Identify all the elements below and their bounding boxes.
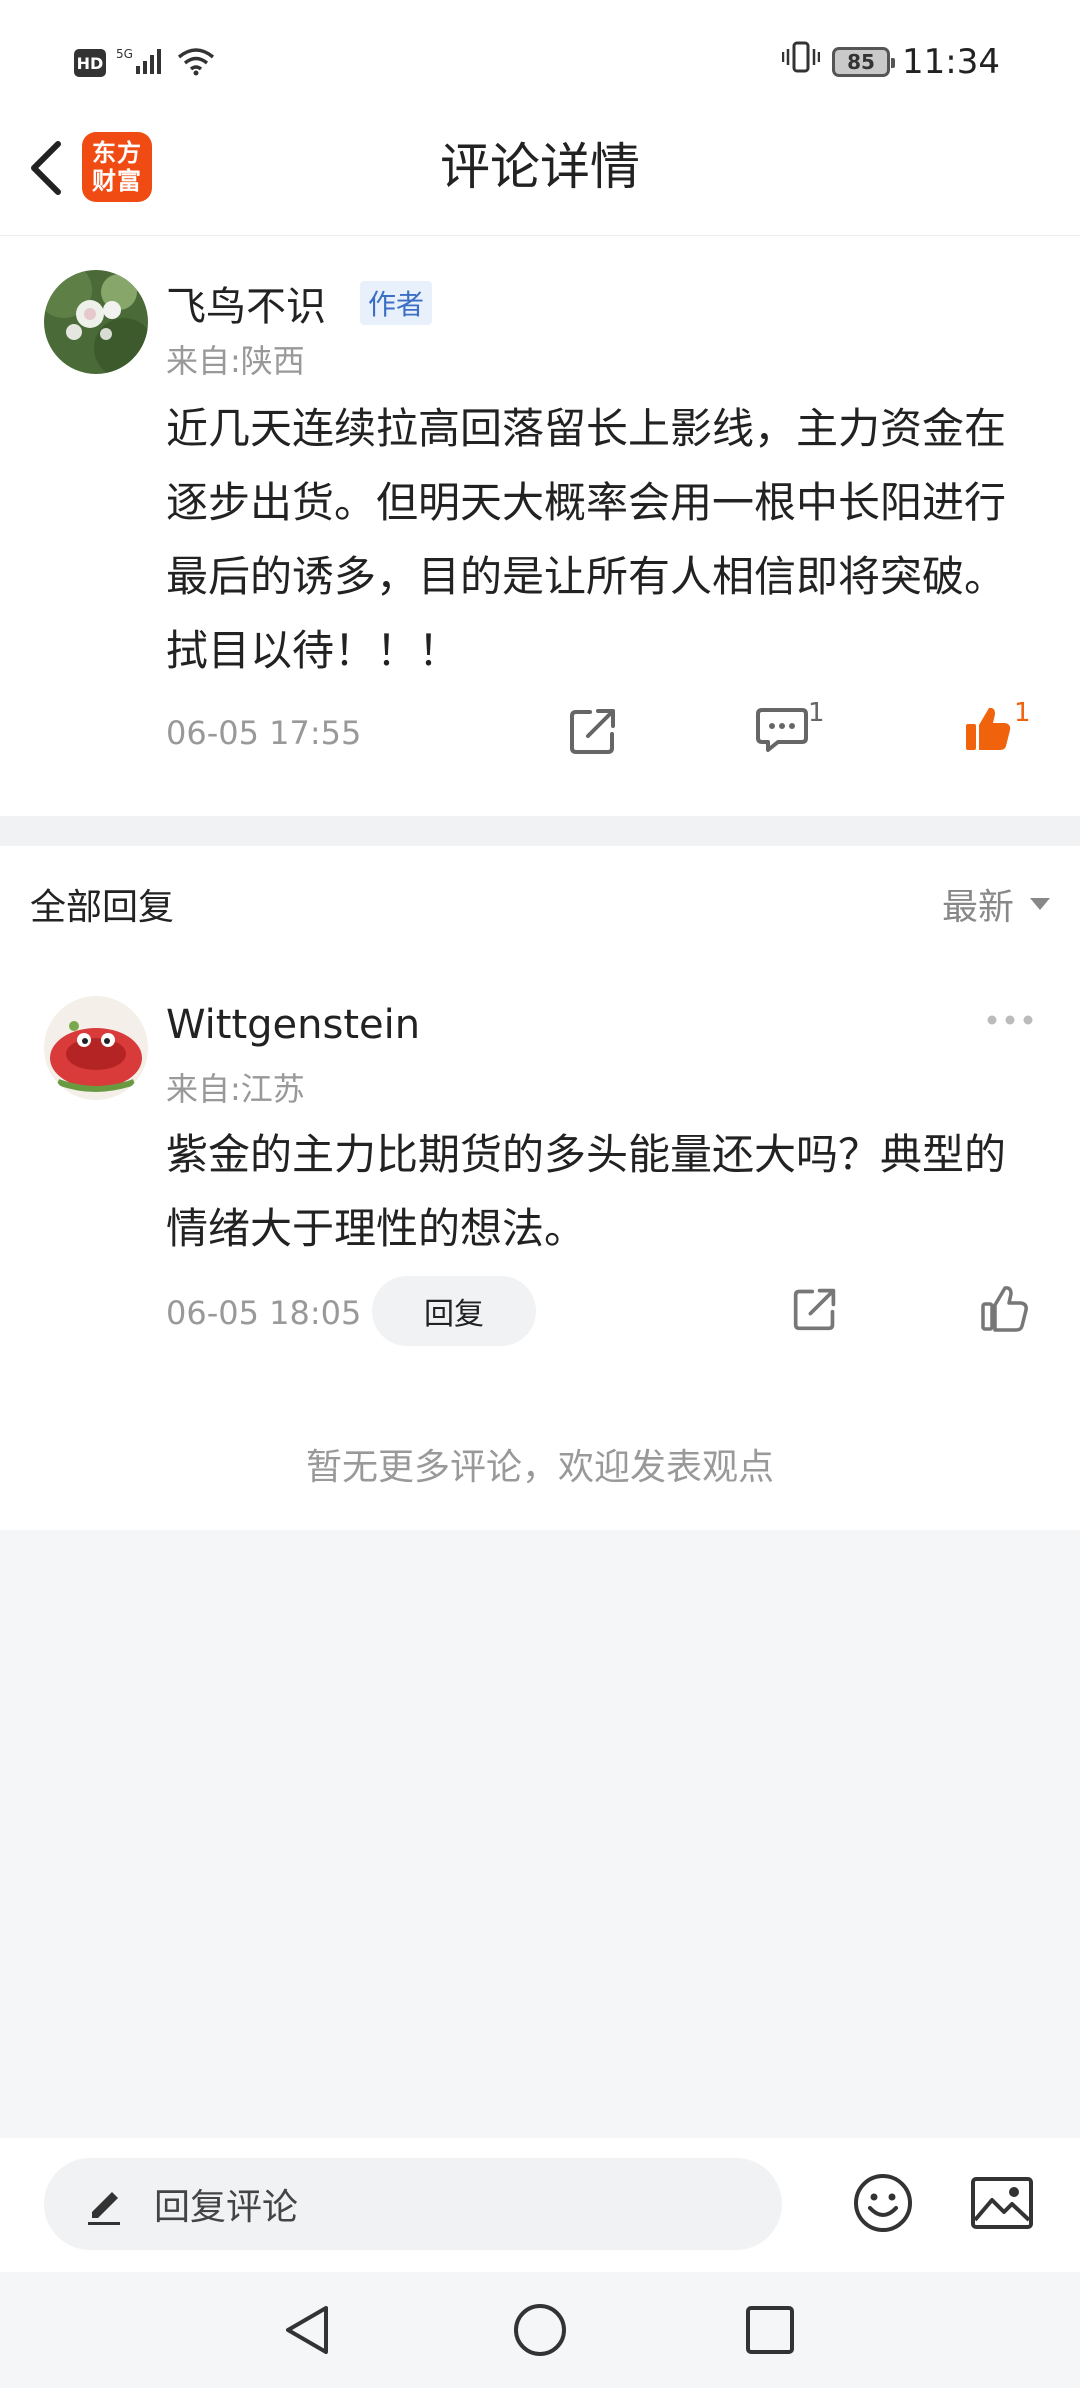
location-label: 来自:江苏 (166, 1070, 305, 1108)
svg-text:5G: 5G (116, 47, 133, 61)
share-button[interactable] (568, 706, 618, 760)
circle-home-icon (514, 2304, 566, 2356)
location-label: 来自:陕西 (166, 342, 305, 380)
no-more-comments-text: 暂无更多评论，欢迎发表观点 (305, 1447, 774, 1488)
share-icon (570, 709, 615, 754)
sort-label: 最新 (941, 887, 1014, 928)
comment-count: 1 (808, 698, 825, 728)
section-divider (0, 816, 1080, 846)
more-button[interactable] (986, 1012, 1034, 1032)
nav-home-button[interactable] (512, 2302, 568, 2362)
share-button[interactable] (792, 1286, 838, 1336)
status-bar-left: HD 5G (74, 46, 216, 80)
clock: 11:34 (902, 41, 1000, 82)
author-badge: 作者 (360, 281, 433, 325)
replies-title: 全部回复 (30, 887, 175, 928)
username[interactable]: Wittgenstein (166, 1002, 420, 1048)
reply-content: 紫金的主力比期货的多头能量还大吗？典型的情绪大于理性的想法。 (166, 1130, 1007, 1253)
reply-time: 06-05 18:05 (166, 1294, 362, 1332)
avatar[interactable] (44, 996, 148, 1100)
thumbs-up-icon (966, 707, 1011, 750)
share-icon (793, 1288, 836, 1331)
status-bar-right: 85 11:34 (781, 40, 1000, 83)
signal-icon: 5G (116, 46, 166, 80)
emoji-icon (854, 2174, 912, 2232)
sort-dropdown[interactable]: 最新 (942, 878, 1050, 930)
image-icon (971, 2177, 1033, 2229)
battery-icon: 85 (832, 46, 896, 77)
page-title: 评论详情 (440, 138, 640, 196)
thumbs-up-icon (981, 1286, 1028, 1332)
comment-icon (756, 708, 808, 752)
emoji-button[interactable] (852, 2172, 914, 2238)
like-button[interactable] (964, 704, 1012, 756)
username[interactable]: 飞鸟不识 (166, 274, 326, 332)
image-button[interactable] (970, 2176, 1034, 2234)
avatar[interactable] (44, 270, 148, 374)
reply-input-placeholder: 回复评论 (154, 2187, 299, 2228)
comment-time: 06-05 17:55 (166, 714, 362, 752)
hd-icon: HD (74, 49, 106, 77)
triangle-back-icon (286, 2306, 328, 2354)
nav-recents-button[interactable] (744, 2304, 796, 2360)
more-dots-icon (987, 1015, 1033, 1025)
vibrate-icon (781, 40, 821, 83)
like-count: 1 (1014, 698, 1031, 728)
comment-button[interactable] (756, 706, 808, 758)
pencil-icon (88, 2192, 120, 2225)
caret-down-icon (1030, 898, 1050, 910)
nav-back-button[interactable] (282, 2302, 332, 2362)
reply-input[interactable]: 回复评论 (44, 2158, 782, 2250)
comment-content: 近几天连续拉高回落留长上影线，主力资金在逐步出货。但明天大概率会用一根中长阳进行… (166, 404, 1007, 675)
wifi-icon (176, 46, 216, 80)
square-recents-icon (746, 2306, 794, 2354)
like-button[interactable] (980, 1284, 1028, 1336)
reply-button[interactable]: 回复 (372, 1276, 536, 1346)
